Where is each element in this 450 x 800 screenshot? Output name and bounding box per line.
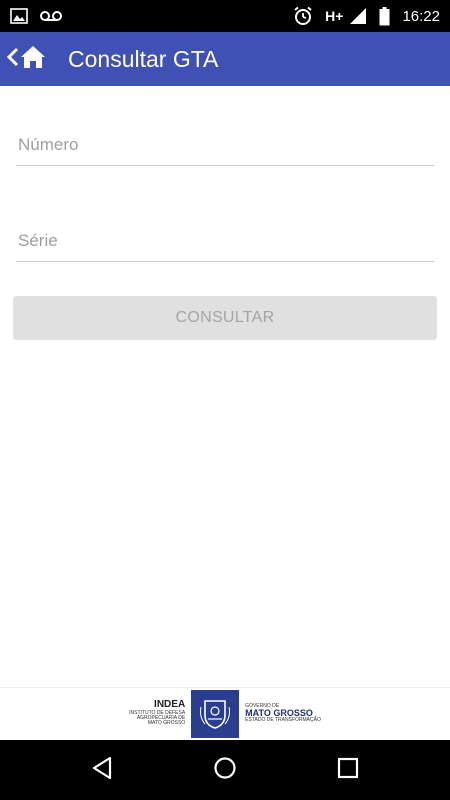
image-icon — [10, 8, 28, 24]
gov-logo: GOVERNO DE MATO GROSSO ESTADO DE TRANSFO… — [245, 703, 321, 724]
voicemail-icon — [40, 10, 62, 22]
back-icon — [91, 756, 113, 785]
status-time: 16:22 — [402, 7, 440, 25]
consultar-button[interactable]: CONSULTAR — [13, 296, 437, 340]
status-bar: H+ 16:22 — [0, 0, 450, 32]
home-icon — [20, 45, 46, 74]
chevron-left-icon — [6, 46, 20, 73]
page-title: Consultar GTA — [68, 45, 219, 72]
nav-bar — [0, 740, 450, 800]
serie-field-container — [16, 222, 435, 262]
numero-field-container — [16, 126, 435, 166]
signal-icon — [349, 7, 367, 25]
app-bar: Consultar GTA — [0, 32, 450, 86]
battery-icon — [379, 6, 390, 26]
indea-logo: INDEA INSTITUTO DE DEFESA AGROPECUÁRIA D… — [129, 700, 185, 726]
indea-line3: MATO GROSSO — [147, 720, 186, 727]
numero-input[interactable] — [16, 135, 435, 155]
recents-nav-button[interactable] — [328, 750, 368, 790]
status-right: H+ 16:22 — [293, 6, 440, 26]
alarm-icon — [293, 6, 313, 26]
back-nav-button[interactable] — [82, 750, 122, 790]
network-type: H+ — [325, 8, 344, 24]
status-left — [10, 8, 62, 24]
back-home-button[interactable] — [0, 32, 62, 86]
home-nav-button[interactable] — [205, 750, 245, 790]
state-seal-icon — [191, 689, 240, 738]
gov-line2: ESTADO DE TRANSFORMAÇÃO — [245, 717, 321, 724]
home-circle-icon — [213, 756, 237, 785]
serie-input[interactable] — [16, 231, 435, 251]
recents-icon — [337, 757, 359, 784]
footer-logos: INDEA INSTITUTO DE DEFESA AGROPECUÁRIA D… — [0, 687, 450, 739]
